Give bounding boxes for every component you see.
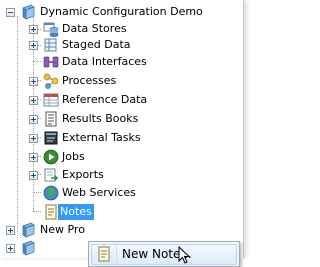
tree-item-root[interactable]: Dynamic Configuration Demo (0, 4, 240, 20)
external-tasks-icon (44, 131, 58, 145)
project-icon (22, 4, 35, 20)
menu-separator (116, 246, 117, 263)
tree-item-external-tasks[interactable]: External Tasks (0, 130, 240, 146)
expand-toggle[interactable] (29, 134, 38, 143)
tree-item-label: Notes (58, 204, 94, 220)
tree-item-label: New Pro (40, 223, 85, 236)
tree-item-label: External Tasks (62, 131, 141, 144)
project-tree: Dynamic Configuration Demo Data Stores S… (0, 0, 244, 258)
collapse-toggle[interactable] (6, 8, 15, 17)
expand-toggle[interactable] (29, 96, 38, 105)
tree-item-jobs[interactable]: Jobs (0, 149, 240, 165)
expand-toggle[interactable] (29, 171, 38, 180)
tree-item-label: Exports (62, 168, 104, 181)
tree-item-label: Jobs (62, 150, 85, 163)
tree-item-label: Results Books (62, 112, 139, 125)
project-icon (22, 222, 35, 238)
tree-item-label: Data Stores (62, 22, 127, 35)
tree-item-notes[interactable]: Notes (0, 204, 240, 220)
project-icon (22, 240, 35, 256)
notes-icon (45, 204, 57, 220)
tree-item-staged-data[interactable]: Staged Data (0, 37, 240, 53)
staged-data-icon (44, 38, 57, 52)
jobs-icon (43, 149, 59, 165)
tree-item-data-interfaces[interactable]: Data Interfaces (0, 54, 240, 70)
exports-icon (44, 168, 59, 182)
tree-item-results-books[interactable]: Results Books (0, 111, 240, 127)
tree-item-sibling-project[interactable]: New Pro (0, 222, 240, 238)
expand-toggle[interactable] (29, 25, 38, 34)
mouse-cursor-icon (178, 246, 191, 264)
note-icon (98, 246, 110, 262)
processes-icon (43, 73, 59, 89)
tree-item-label: Processes (62, 74, 117, 87)
tree-item-label: Reference Data (62, 93, 148, 106)
tree-item-reference-data[interactable]: Reference Data (0, 92, 240, 108)
expand-toggle[interactable] (29, 77, 38, 86)
context-menu: New Note... (88, 241, 240, 267)
expand-toggle[interactable] (29, 153, 38, 162)
expand-toggle[interactable] (29, 41, 38, 50)
tree-item-web-services[interactable]: Web Services (0, 185, 240, 201)
tree-item-label: Web Services (62, 186, 136, 199)
expand-toggle[interactable] (29, 115, 38, 124)
expand-toggle[interactable] (6, 244, 15, 253)
data-stores-icon (43, 22, 59, 37)
new-note-menu-item[interactable]: New Note... (91, 244, 237, 265)
tree-item-label: Staged Data (62, 38, 131, 51)
expand-toggle[interactable] (6, 226, 15, 235)
data-interfaces-icon (43, 56, 59, 68)
tree-item-data-stores[interactable]: Data Stores (0, 21, 240, 37)
tree-item-label: Dynamic Configuration Demo (40, 5, 203, 18)
reference-data-icon (43, 93, 59, 107)
tree-item-exports[interactable]: Exports (0, 167, 240, 183)
tree-item-processes[interactable]: Processes (0, 73, 240, 89)
results-books-icon (45, 111, 57, 127)
web-services-icon (43, 185, 59, 201)
tree-item-label: Data Interfaces (62, 55, 147, 68)
